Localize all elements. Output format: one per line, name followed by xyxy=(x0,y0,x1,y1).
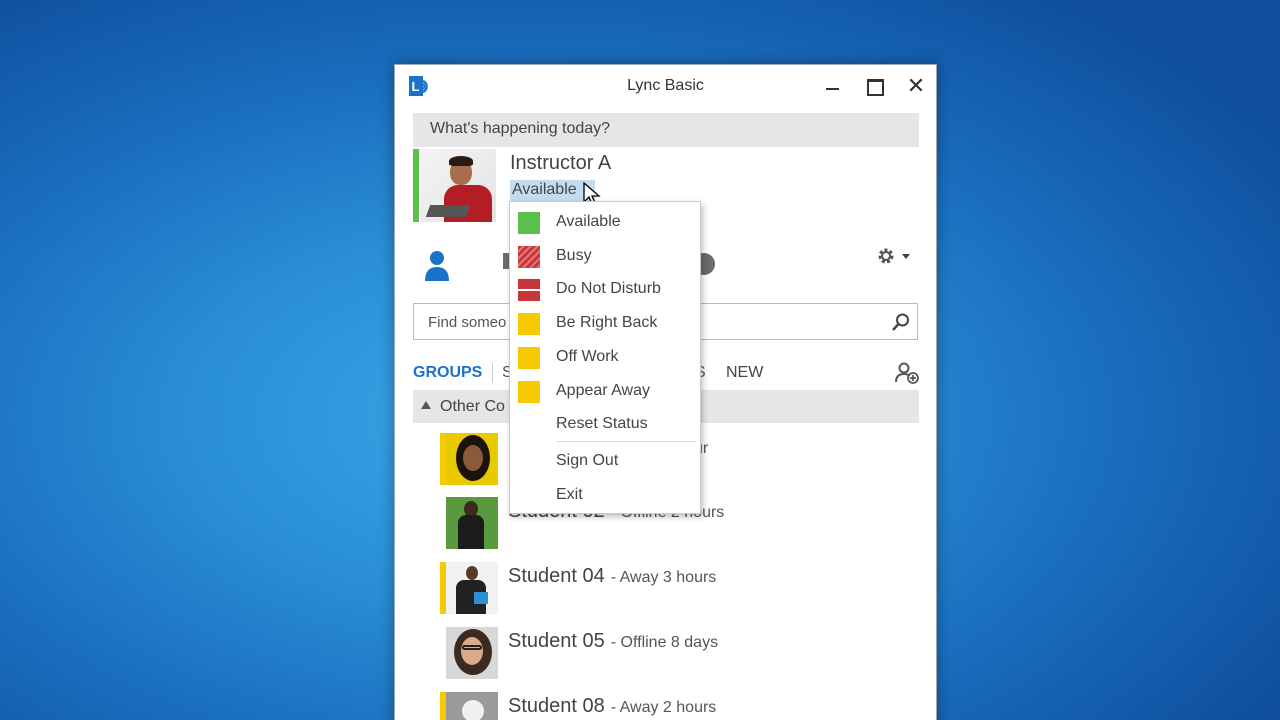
gear-icon[interactable] xyxy=(876,245,916,269)
collapse-arrow-icon[interactable] xyxy=(421,401,431,409)
window-title: Lync Basic xyxy=(627,77,704,94)
tab-groups[interactable]: GROUPS xyxy=(413,364,482,382)
menu-item-label: Exit xyxy=(556,486,583,503)
menu-item-available[interactable]: Available xyxy=(510,207,700,237)
menu-item-label: Reset Status xyxy=(556,415,648,432)
maximize-button[interactable] xyxy=(862,75,886,99)
menu-item-label: Appear Away xyxy=(556,382,650,399)
contact-item[interactable]: Student 05- Offline 8 days xyxy=(440,627,900,679)
menu-item-busy[interactable]: Busy xyxy=(510,241,700,271)
menu-item-off-work[interactable]: Off Work xyxy=(510,342,700,372)
add-contact-icon[interactable] xyxy=(895,362,919,384)
close-button[interactable]: ✕ xyxy=(904,75,928,99)
menu-item-sign-out[interactable]: Sign Out xyxy=(510,446,700,476)
status-dropdown[interactable]: Available▼ xyxy=(510,180,595,202)
presence-indicator xyxy=(413,149,419,222)
menu-item-label: Busy xyxy=(556,247,592,264)
menu-divider xyxy=(556,441,696,442)
contact-avatar xyxy=(446,433,498,485)
search-placeholder: Find someo xyxy=(428,314,507,331)
appear-away-icon xyxy=(518,381,540,403)
menu-item-exit[interactable]: Exit xyxy=(510,480,700,510)
status-menu: Available Busy Do Not Disturb Be Right B… xyxy=(509,201,701,514)
user-name: Instructor A xyxy=(510,152,612,174)
contact-name: Student 04- Away 3 hours xyxy=(508,565,717,587)
contact-avatar xyxy=(446,627,498,679)
contacts-icon[interactable] xyxy=(423,249,451,283)
menu-item-do-not-disturb[interactable]: Do Not Disturb xyxy=(510,274,700,304)
contact-item[interactable]: Student 04- Away 3 hours xyxy=(440,562,900,614)
contact-avatar xyxy=(446,562,498,614)
contact-name: Student 05- Offline 8 days xyxy=(508,630,719,652)
status-dropdown-label: Available xyxy=(512,181,577,198)
title-bar: L Lync Basic ✕ xyxy=(395,65,936,109)
off-work-icon xyxy=(518,347,540,369)
menu-item-label: Sign Out xyxy=(556,452,619,469)
menu-item-label: Available xyxy=(556,213,621,230)
menu-item-reset-status[interactable]: Reset Status xyxy=(510,409,700,439)
group-label: Other Co xyxy=(440,398,505,415)
busy-icon xyxy=(518,246,540,268)
tab-divider xyxy=(492,363,493,383)
search-icon[interactable] xyxy=(891,312,911,332)
menu-item-label: Do Not Disturb xyxy=(556,280,661,297)
contact-avatar xyxy=(446,692,498,720)
be-right-back-icon xyxy=(518,313,540,335)
menu-item-appear-away[interactable]: Appear Away xyxy=(510,376,700,406)
user-avatar[interactable] xyxy=(420,149,496,222)
menu-item-be-right-back[interactable]: Be Right Back xyxy=(510,308,700,338)
menu-item-label: Be Right Back xyxy=(556,314,658,331)
minimize-button[interactable] xyxy=(821,75,845,99)
contact-item[interactable]: Student 08- Away 2 hours xyxy=(440,692,900,720)
whats-happening-field[interactable]: What's happening today? xyxy=(413,113,919,147)
contact-name: Student 08- Away 2 hours xyxy=(508,695,717,717)
contact-avatar xyxy=(446,497,498,549)
tab-new[interactable]: NEW xyxy=(726,364,763,382)
do-not-disturb-icon xyxy=(518,279,540,301)
available-icon xyxy=(518,212,540,234)
menu-item-label: Off Work xyxy=(556,348,619,365)
